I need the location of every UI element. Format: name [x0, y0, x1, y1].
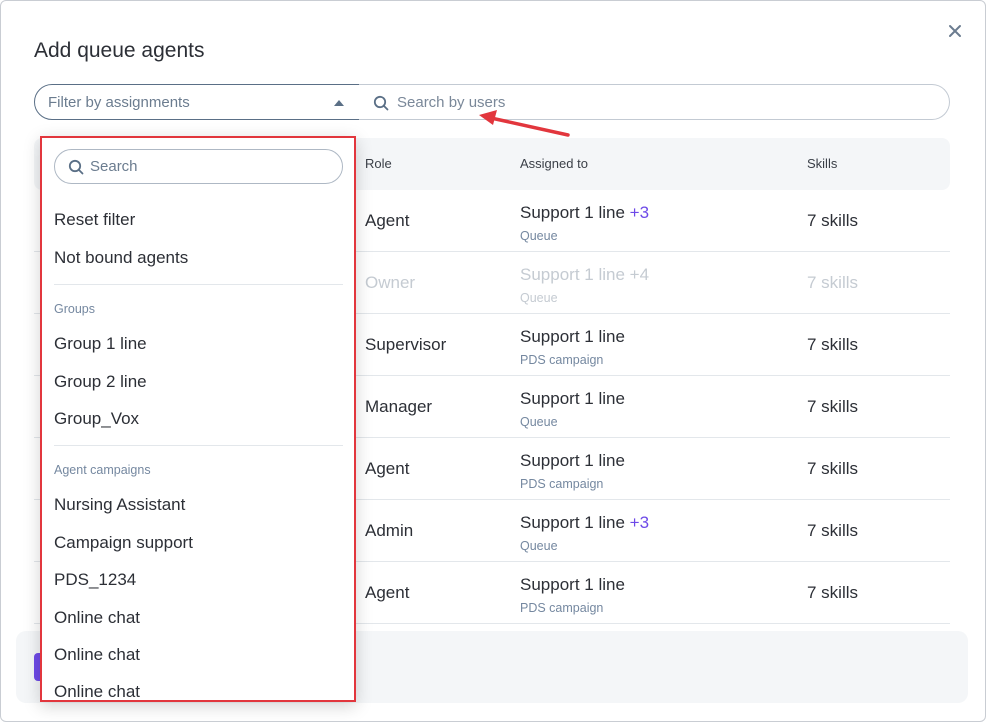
row-assigned-to: Support 1 line	[520, 327, 625, 347]
dropdown-search-input[interactable]: Search	[54, 149, 343, 184]
row-assignment-type: Queue	[520, 539, 558, 553]
not-bound-agents-item[interactable]: Not bound agents	[54, 248, 188, 268]
row-role: Agent	[365, 459, 410, 478]
row-assigned-to: Support 1 line	[520, 389, 625, 409]
row-role: Manager	[365, 397, 433, 416]
filter-dropdown: Search Reset filter Not bound agents Gro…	[40, 136, 356, 702]
agent-campaigns-section-label: Agent campaigns	[54, 463, 151, 477]
row-role: Supervisor	[365, 335, 447, 354]
row-assignment-type: PDS campaign	[520, 353, 604, 367]
row-assigned-to: Support 1 line +3	[520, 203, 649, 223]
divider	[54, 284, 343, 285]
column-header-skills: Skills	[807, 156, 838, 171]
close-icon[interactable]	[945, 21, 965, 41]
row-assigned-extra-count[interactable]: +4	[630, 265, 649, 284]
dialog-title: Add queue agents	[34, 39, 205, 62]
row-assigned-name: Support 1 line	[520, 513, 625, 532]
row-assigned-name: Support 1 line	[520, 327, 625, 346]
campaign-item[interactable]: Online chat	[54, 645, 140, 665]
group-item[interactable]: Group_Vox	[54, 409, 139, 429]
row-skills: 7 skills	[807, 335, 859, 354]
row-assigned-name: Support 1 line	[520, 265, 625, 284]
add-queue-agents-dialog: Add queue agents Filter by assignments S…	[0, 0, 986, 722]
row-role: Owner	[365, 273, 416, 292]
row-role: Agent	[365, 211, 410, 230]
row-skills: 7 skills	[807, 521, 859, 540]
row-assignment-type: PDS campaign	[520, 601, 604, 615]
campaign-item[interactable]: Campaign support	[54, 533, 193, 553]
row-assignment-type: Queue	[520, 415, 558, 429]
row-assigned-to: Support 1 line	[520, 451, 625, 471]
row-assigned-extra-count[interactable]: +3	[630, 513, 649, 532]
filter-by-assignments-select[interactable]: Filter by assignments	[34, 84, 360, 120]
campaign-item[interactable]: Nursing Assistant	[54, 495, 185, 515]
row-skills: 7 skills	[807, 273, 859, 292]
row-skills: 7 skills	[807, 459, 859, 478]
row-assignment-type: PDS campaign	[520, 477, 604, 491]
group-item[interactable]: Group 2 line	[54, 372, 147, 392]
row-assignment-type: Queue	[520, 229, 558, 243]
row-assigned-name: Support 1 line	[520, 575, 625, 594]
row-assigned-name: Support 1 line	[520, 389, 625, 408]
row-assigned-to: Support 1 line +4	[520, 265, 649, 285]
divider	[54, 445, 343, 446]
campaign-item[interactable]: Online chat	[54, 682, 140, 702]
campaign-item[interactable]: PDS_1234	[54, 570, 136, 590]
row-role: Admin	[365, 521, 414, 540]
row-assignment-type: Queue	[520, 291, 558, 305]
row-assigned-to: Support 1 line +3	[520, 513, 649, 533]
search-users-input[interactable]: Search by users	[359, 84, 950, 120]
row-skills: 7 skills	[807, 583, 859, 602]
dropdown-search-placeholder: Search	[90, 158, 138, 175]
row-skills: 7 skills	[807, 211, 859, 230]
group-item[interactable]: Group 1 line	[54, 334, 147, 354]
row-assigned-to: Support 1 line	[520, 575, 625, 595]
search-icon	[68, 159, 84, 175]
row-assigned-name: Support 1 line	[520, 203, 625, 222]
row-role: Agent	[365, 583, 410, 602]
caret-up-icon	[334, 100, 344, 106]
row-skills: 7 skills	[807, 397, 859, 416]
row-assigned-name: Support 1 line	[520, 451, 625, 470]
column-header-role: Role	[365, 156, 392, 171]
search-icon	[373, 95, 389, 111]
reset-filter-item[interactable]: Reset filter	[54, 210, 135, 230]
column-header-assigned-to: Assigned to	[520, 156, 588, 171]
filter-select-label: Filter by assignments	[48, 94, 190, 111]
row-assigned-extra-count[interactable]: +3	[630, 203, 649, 222]
groups-section-label: Groups	[54, 302, 95, 316]
campaign-item[interactable]: Online chat	[54, 608, 140, 628]
